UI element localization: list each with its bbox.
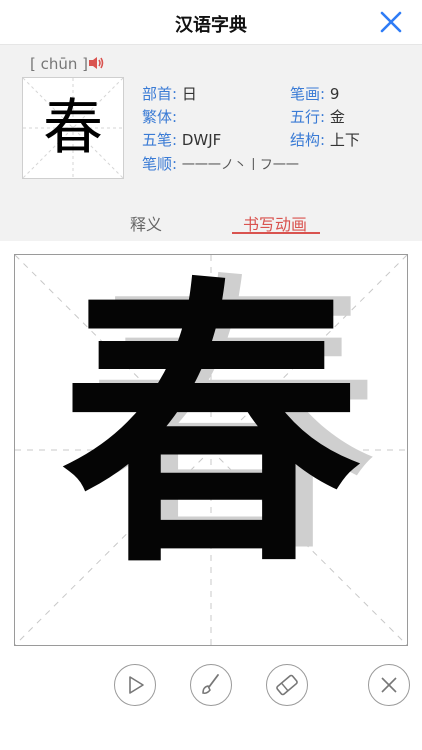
character-thumbnail: 春 <box>22 77 124 179</box>
brush-button[interactable] <box>190 664 232 706</box>
pinyin-label: [ chūn ] <box>30 55 89 73</box>
close-circle-icon <box>381 677 397 693</box>
field-traditional: 繁体: <box>142 106 177 127</box>
field-stroke-order: 笔顺: 一一一ノ丶丨フ一一 <box>142 153 299 174</box>
field-key: 部首: <box>142 85 178 103</box>
field-key: 笔画: <box>290 85 326 103</box>
field-radical: 部首: 日 <box>142 83 197 104</box>
field-key: 笔顺: <box>142 155 178 173</box>
field-wubi: 五笔: DWJF <box>142 129 221 150</box>
play-button[interactable] <box>114 664 156 706</box>
app-header: 汉语字典 <box>0 0 422 45</box>
play-icon <box>129 676 144 694</box>
field-value: 一一一ノ丶丨フ一一 <box>181 158 299 173</box>
close-icon[interactable] <box>378 9 404 35</box>
control-bar <box>0 660 422 716</box>
eraser-button[interactable] <box>266 664 308 706</box>
field-key: 五行: <box>290 108 326 126</box>
field-value: 日 <box>181 85 197 103</box>
field-strokes: 笔画: 9 <box>290 83 339 104</box>
eraser-icon <box>276 674 298 696</box>
animated-character: 春 <box>61 254 361 603</box>
speaker-icon[interactable] <box>87 55 105 71</box>
thumbnail-character: 春 <box>43 93 103 163</box>
field-five-elements: 五行: 金 <box>290 106 345 127</box>
field-structure: 结构: 上下 <box>290 129 360 150</box>
app-title: 汉语字典 <box>175 15 247 36</box>
field-value: 金 <box>329 108 345 126</box>
clear-button[interactable] <box>368 664 410 706</box>
field-key: 结构: <box>290 131 326 149</box>
field-value: 9 <box>329 85 340 103</box>
field-key: 繁体: <box>142 108 178 126</box>
brush-icon <box>202 674 219 694</box>
field-key: 五笔: <box>142 131 178 149</box>
writing-board[interactable]: 春 春 <box>14 246 408 646</box>
field-value: 上下 <box>329 131 360 149</box>
field-value: DWJF <box>181 131 222 149</box>
